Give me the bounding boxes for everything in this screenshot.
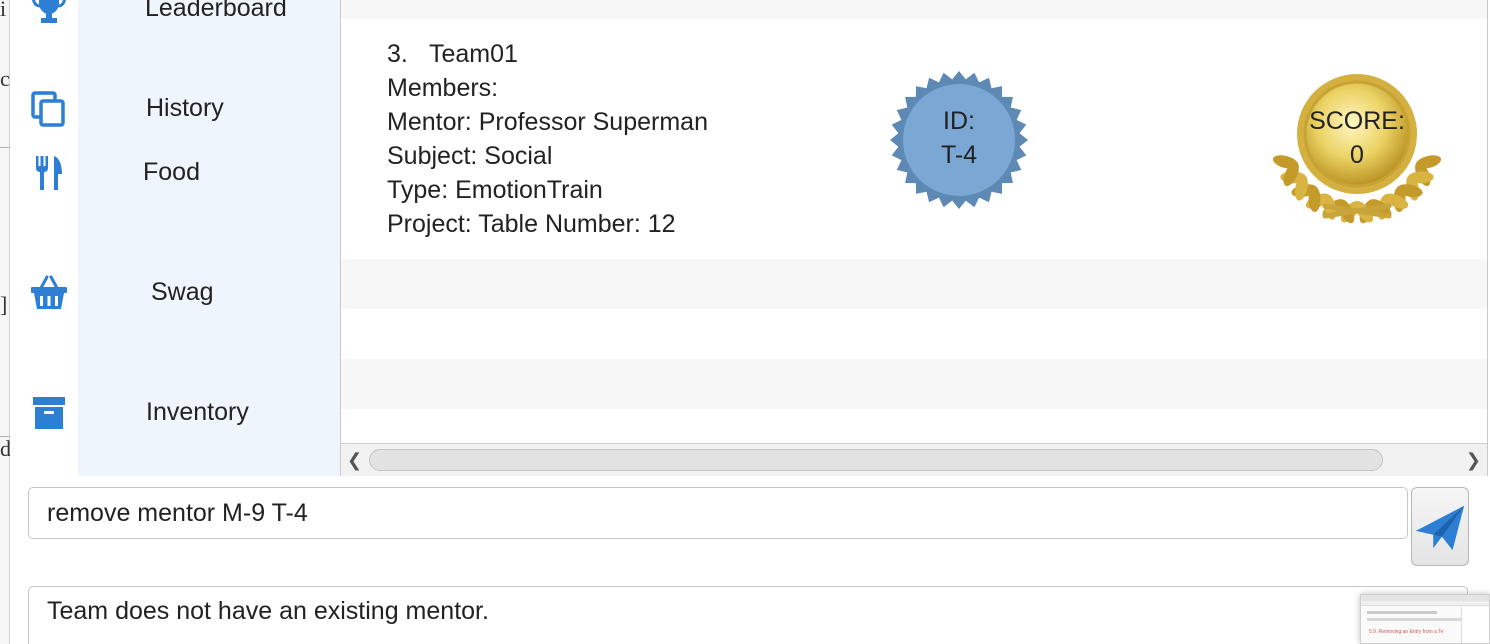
app-window: Leaderboard History Food Swag Inventory …	[10, 0, 1490, 644]
team-index: 3.	[387, 40, 408, 68]
id-badge-label: ID:	[943, 107, 975, 135]
sidebar-icon-column	[10, 0, 78, 476]
score-badge-text: SCORE: 0	[1265, 104, 1449, 172]
horizontal-scrollbar[interactable]: ❮ ❯	[341, 443, 1487, 476]
team-subject: Subject: Social	[387, 142, 553, 170]
sidebar-item-history[interactable]: History	[146, 94, 224, 123]
copy-icon[interactable]	[28, 88, 70, 130]
list-row[interactable]	[341, 259, 1487, 309]
result-display: Team does not have an existing mentor.	[28, 586, 1468, 644]
basket-icon[interactable]	[28, 272, 70, 314]
background-divider	[0, 147, 10, 148]
send-button[interactable]	[1411, 487, 1469, 566]
background-window-edge: i c ] d	[0, 0, 11, 644]
list-row[interactable]	[341, 309, 1487, 359]
thumbnail-toolbar	[1361, 601, 1489, 606]
background-text-fragment: ]	[0, 292, 8, 317]
command-input[interactable]	[28, 487, 1408, 539]
scroll-right-arrow-icon[interactable]: ❯	[1466, 450, 1481, 471]
sidebar: Leaderboard History Food Swag Inventory	[78, 0, 340, 476]
background-text-fragment: c	[0, 66, 10, 91]
sidebar-item-swag[interactable]: Swag	[151, 278, 214, 307]
list-row[interactable]	[341, 0, 1487, 19]
team-type: Type: EmotionTrain	[387, 176, 603, 204]
team-project: Project: Table Number: 12	[387, 210, 676, 238]
screenshot-thumbnail[interactable]: 5.9. Removing an Entry from a Te	[1360, 594, 1490, 644]
paper-plane-icon	[1415, 505, 1465, 551]
thumbnail-side-panel	[1461, 607, 1489, 643]
background-text-fragment: i	[0, 0, 7, 21]
score-badge-label: SCORE:	[1309, 107, 1405, 135]
utensils-icon[interactable]	[28, 152, 70, 194]
thumbnail-line	[1367, 611, 1437, 614]
sidebar-item-food[interactable]: Food	[143, 158, 200, 187]
team-members: Members:	[387, 74, 499, 102]
scrollbar-thumb[interactable]	[369, 449, 1383, 471]
archive-box-icon[interactable]	[28, 392, 70, 434]
score-badge-value: 0	[1350, 141, 1364, 169]
team-mentor: Mentor: Professor Superman	[387, 108, 708, 136]
sidebar-item-leaderboard[interactable]: Leaderboard	[145, 0, 287, 23]
id-badge-text: ID: T-4	[889, 104, 1029, 172]
scroll-left-arrow-icon[interactable]: ❮	[347, 450, 362, 471]
team-list-panel[interactable]: 3. Team01 Members: Mentor: Professor Sup…	[340, 0, 1488, 476]
team-name: Team01	[429, 40, 518, 68]
id-badge-value: T-4	[940, 141, 978, 169]
sidebar-item-inventory[interactable]: Inventory	[146, 398, 249, 427]
list-row[interactable]	[341, 359, 1487, 409]
result-message: Team does not have an existing mentor.	[47, 597, 489, 625]
trophy-icon[interactable]	[28, 0, 70, 30]
thumbnail-line	[1367, 618, 1462, 621]
list-row[interactable]	[341, 409, 1487, 443]
thumbnail-caption: 5.9. Removing an Entry from a Te	[1369, 629, 1444, 635]
